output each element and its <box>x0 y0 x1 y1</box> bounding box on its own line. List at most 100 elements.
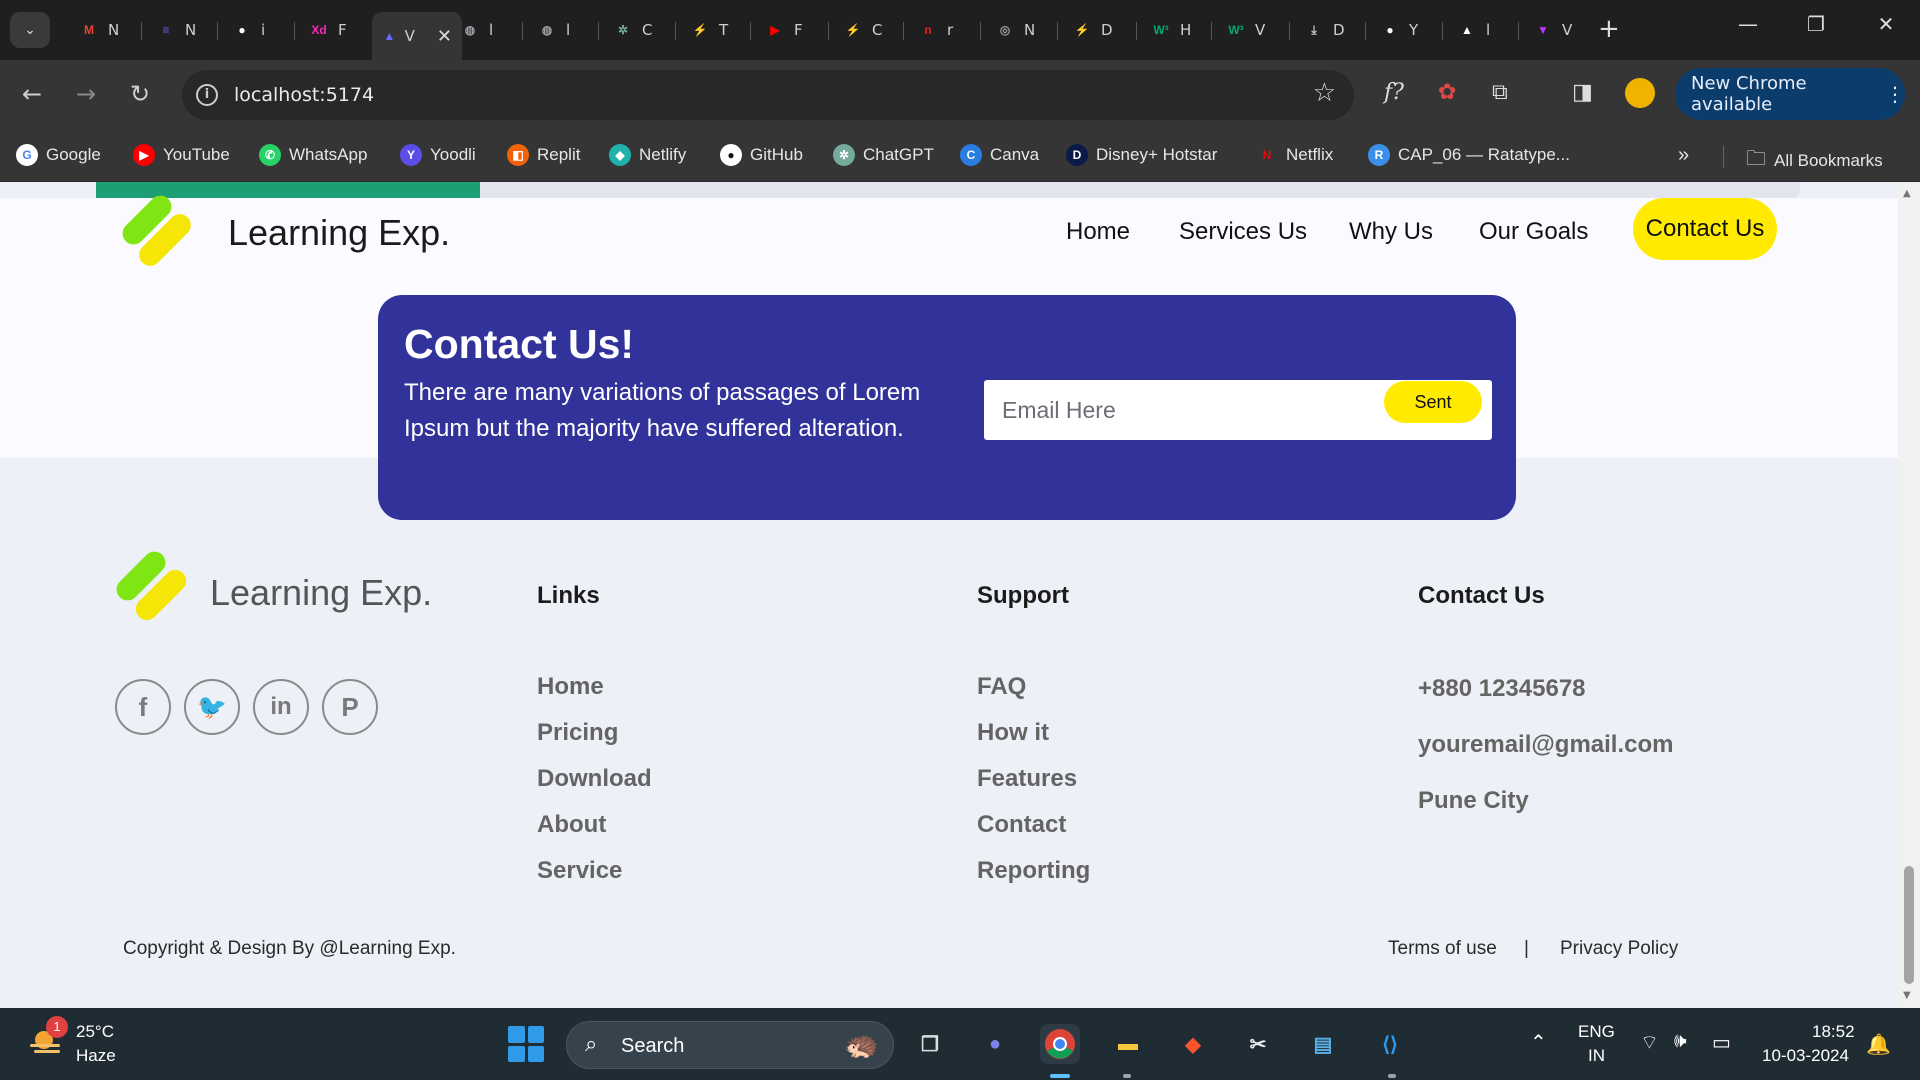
battery-icon[interactable]: ▭ <box>1712 1030 1731 1055</box>
extensions-puzzle-icon[interactable]: ⧉ <box>1492 80 1508 105</box>
taskbar-search[interactable]: ⌕ Search 🦔 <box>566 1021 894 1069</box>
chevron-up-icon[interactable]: ⌃ <box>1530 1030 1547 1055</box>
bookmark-item[interactable]: R CAP_06 — Ratatype... <box>1368 144 1570 166</box>
footer-link-faq[interactable]: FAQ <box>977 673 1026 701</box>
vscode-icon[interactable]: ⟨⟩ <box>1370 1024 1410 1064</box>
brand-name[interactable]: Learning Exp. <box>228 212 450 254</box>
footer-link-pricing[interactable]: Pricing <box>537 719 618 747</box>
footer-link-about[interactable]: About <box>537 811 606 839</box>
browser-tab[interactable]: ◍ l <box>526 12 570 48</box>
bookmark-item[interactable]: N Netflix <box>1256 144 1333 166</box>
browser-tab[interactable]: Xd F <box>298 12 346 48</box>
privacy-link[interactable]: Privacy Policy <box>1560 938 1678 960</box>
browser-tab[interactable]: ⚡ C <box>832 12 883 48</box>
browser-tab[interactable]: ● Y <box>1369 12 1418 48</box>
reload-icon[interactable]: ↻ <box>122 80 158 108</box>
contact-us-button[interactable]: Contact Us <box>1633 198 1777 260</box>
brave-icon[interactable]: ◆ <box>1173 1024 1213 1064</box>
notification-bell-icon[interactable]: 🔔 <box>1866 1032 1891 1057</box>
bookmark-item[interactable]: C Canva <box>960 144 1039 166</box>
temperature[interactable]: 25°C <box>76 1022 114 1042</box>
side-panel-icon[interactable]: ◨ <box>1572 80 1593 105</box>
nav-home[interactable]: Home <box>1066 218 1130 246</box>
bookmark-item[interactable]: ◧ Replit <box>507 144 580 166</box>
bookmark-item[interactable]: Y Yoodli <box>400 144 476 166</box>
footer-link-how-it[interactable]: How it <box>977 719 1049 747</box>
terms-link[interactable]: Terms of use <box>1388 938 1497 960</box>
footer-link-download[interactable]: Download <box>537 765 652 793</box>
page-scrollbar[interactable]: ▲ ▼ <box>1898 182 1920 1008</box>
menu-dots-icon[interactable]: ⋮ <box>1885 82 1905 106</box>
linkedin-icon[interactable]: in <box>253 679 309 735</box>
twitter-icon[interactable]: 🐦 <box>184 679 240 735</box>
site-info-icon[interactable]: i <box>196 84 218 106</box>
file-explorer-icon[interactable]: ▬ <box>1108 1024 1148 1064</box>
facebook-icon[interactable]: f <box>115 679 171 735</box>
browser-tab[interactable]: ● i <box>221 12 265 48</box>
bookmark-item[interactable]: D Disney+ Hotstar <box>1066 144 1217 166</box>
bookmark-item[interactable]: ✲ ChatGPT <box>833 144 934 166</box>
clock-time[interactable]: 18:52 <box>1812 1022 1855 1042</box>
update-chrome-button[interactable]: New Chrome available ⋮ <box>1675 68 1905 120</box>
send-button[interactable]: Sent <box>1384 381 1482 423</box>
all-bookmarks-folder[interactable]: 🗀 All Bookmarks <box>1746 144 1883 178</box>
tab-search-button[interactable]: ⌄ <box>10 12 50 48</box>
browser-tab[interactable]: ⤓ D <box>1293 12 1344 48</box>
browser-tab[interactable]: MN <box>68 12 119 48</box>
wifi-icon[interactable]: ⌔ <box>1640 1030 1659 1055</box>
clock-date[interactable]: 10-03-2024 <box>1762 1046 1849 1066</box>
browser-tab[interactable]: ▶ F <box>754 12 802 48</box>
profile-avatar[interactable] <box>1625 78 1655 108</box>
scroll-down-icon[interactable]: ▼ <box>1903 990 1911 1001</box>
browser-tab[interactable]: ▼ V <box>1522 12 1572 48</box>
chrome-taskbar-icon[interactable] <box>1040 1024 1080 1064</box>
bookmark-item[interactable]: ◆ Netlify <box>609 144 686 166</box>
address-bar[interactable]: i localhost:5174 ☆ <box>182 70 1354 120</box>
url-text[interactable]: localhost:5174 <box>234 84 374 106</box>
formula-extension-icon[interactable]: f? <box>1384 80 1404 105</box>
bookmark-item[interactable]: ✆ WhatsApp <box>259 144 367 166</box>
nav-services[interactable]: Services Us <box>1179 218 1307 246</box>
notepad-icon[interactable]: ▤ <box>1303 1024 1343 1064</box>
extension-icon[interactable]: ✿ <box>1438 80 1456 105</box>
browser-tab[interactable]: ◍ l <box>449 12 493 48</box>
task-view-icon[interactable]: ❐ <box>910 1024 950 1064</box>
browser-tab[interactable]: nr <box>907 12 953 48</box>
footer-link-service[interactable]: Service <box>537 857 622 885</box>
footer-phone[interactable]: +880 12345678 <box>1418 675 1586 703</box>
more-bookmarks-icon[interactable]: » <box>1678 144 1689 167</box>
restore-button[interactable]: ❐ <box>1796 12 1836 36</box>
browser-tab[interactable]: ≡ N <box>145 12 196 48</box>
snipping-tool-icon[interactable]: ✂ <box>1238 1024 1278 1064</box>
browser-tab[interactable]: ⚡ T <box>679 12 729 48</box>
footer-link-features[interactable]: Features <box>977 765 1077 793</box>
teams-chat-icon[interactable]: ● <box>975 1024 1015 1064</box>
bookmark-item[interactable]: ▶ YouTube <box>133 144 230 166</box>
scroll-up-icon[interactable]: ▲ <box>1903 188 1911 199</box>
footer-link-reporting[interactable]: Reporting <box>977 857 1090 885</box>
nav-why-us[interactable]: Why Us <box>1349 218 1433 246</box>
bookmark-item[interactable]: ● GitHub <box>720 144 803 166</box>
pinterest-icon[interactable]: P <box>322 679 378 735</box>
language-code[interactable]: ENG <box>1578 1022 1615 1042</box>
email-input[interactable] <box>1002 394 1382 426</box>
browser-tab[interactable]: ◎ N <box>984 12 1035 48</box>
bookmark-item[interactable]: G Google <box>16 144 101 166</box>
close-window-button[interactable]: ✕ <box>1866 12 1906 36</box>
scroll-thumb[interactable] <box>1904 866 1914 984</box>
minimize-button[interactable]: — <box>1728 12 1768 36</box>
windows-start-icon[interactable] <box>508 1026 544 1062</box>
bookmark-star-icon[interactable]: ☆ <box>1313 78 1336 108</box>
footer-link-contact[interactable]: Contact <box>977 811 1066 839</box>
back-icon[interactable]: ← <box>14 80 50 108</box>
browser-tab[interactable]: ▲ l <box>1446 12 1490 48</box>
browser-tab[interactable]: W³ V <box>1215 12 1265 48</box>
footer-link-home[interactable]: Home <box>537 673 604 701</box>
nav-our-goals[interactable]: Our Goals <box>1479 218 1588 246</box>
footer-email[interactable]: youremail@gmail.com <box>1418 731 1673 759</box>
weather-condition[interactable]: Haze <box>76 1046 116 1066</box>
volume-icon[interactable]: 🕪 <box>1674 1030 1687 1053</box>
browser-tab[interactable]: ✲ C <box>602 12 653 48</box>
forward-icon[interactable]: → <box>68 80 104 108</box>
language-region[interactable]: IN <box>1588 1046 1605 1066</box>
